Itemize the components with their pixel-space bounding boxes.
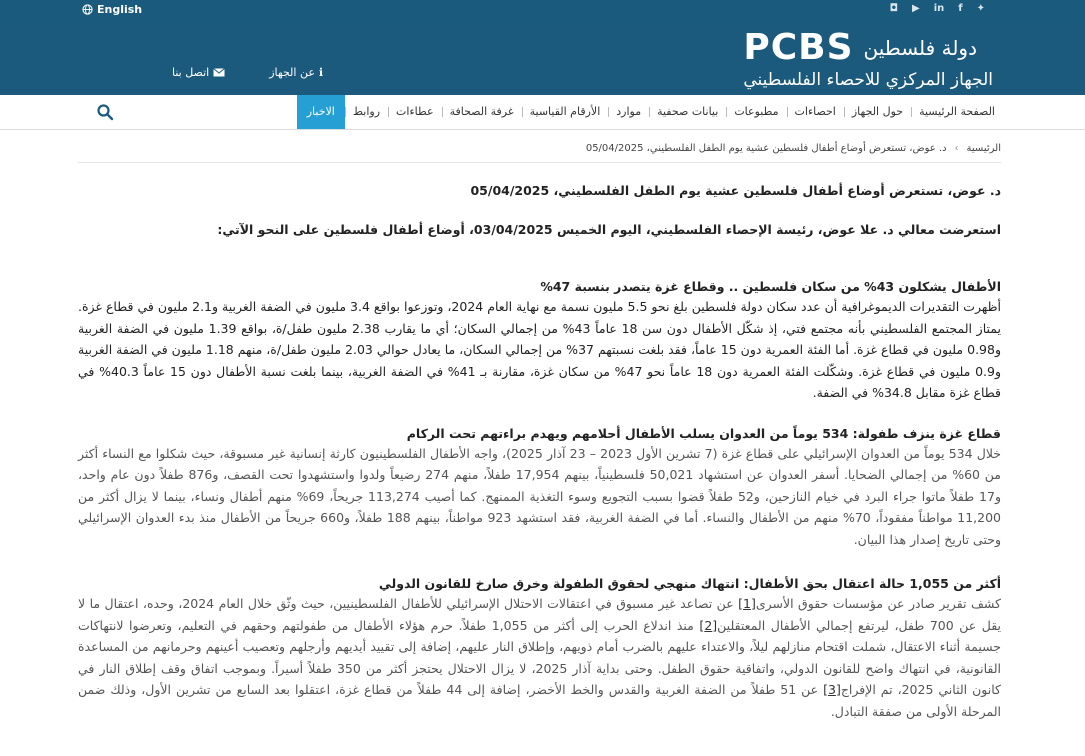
section-heading: أكثر من 1,055 حالة اعتقال بحق الأطفال: ا… xyxy=(378,576,1001,591)
nav-item-about[interactable]: حول الجهاز xyxy=(843,95,911,129)
linkedin-icon[interactable]: in xyxy=(934,3,945,14)
language-label: English xyxy=(97,3,143,16)
nav-item-news[interactable]: الاخبار xyxy=(296,95,345,129)
nav-item-press-room[interactable]: غرفة الصحافة xyxy=(441,95,522,129)
search-icon[interactable] xyxy=(96,103,114,121)
section-population: الأطفال يشكلون 43% من سكان فلسطين .. وقط… xyxy=(78,279,1001,404)
nav-item-publications[interactable]: مطبوعات xyxy=(726,95,786,129)
info-icon: ℹ xyxy=(318,66,324,79)
nav-item-home[interactable]: الصفحة الرئيسية xyxy=(911,95,1003,129)
envelope-icon xyxy=(213,68,226,77)
section-heading: قطاع غزة ينزف طفولة: 534 يوماً من العدوا… xyxy=(406,425,1001,441)
youtube-icon[interactable]: ▶ xyxy=(912,3,920,14)
section-gaza-war: قطاع غزة ينزف طفولة: 534 يوماً من العدوا… xyxy=(78,426,1001,551)
site-subtitle: الجهاز المركزي للاحصاء الفلسطيني xyxy=(743,70,993,90)
breadcrumb-current: د. عوض، تستعرض أوضاع أطفال فلسطين عشية ي… xyxy=(585,143,947,154)
article-container: الرئيسية › د. عوض، تستعرض أوضاع أطفال فل… xyxy=(0,143,1085,722)
article-lead: استعرضت معالي د. علا عوض، رئيسة الإحصاء … xyxy=(217,222,1001,237)
nav-item-links[interactable]: روابط xyxy=(344,95,388,129)
top-utility-bar: English ◘ ▶ in f ✦ xyxy=(0,0,1085,22)
nav-item-press-releases[interactable]: بيانات صحفية xyxy=(649,95,726,129)
nav-item-indices[interactable]: الأرقام القياسية xyxy=(521,95,609,129)
section-paragraph: خلال 534 يوماً من العدوان الإسرائيلي على… xyxy=(78,445,1002,547)
contact-label: اتصل بنا xyxy=(172,66,210,79)
section-heading: الأطفال يشكلون 43% من سكان فلسطين .. وقط… xyxy=(540,279,1001,294)
nav-item-resources[interactable]: موارد xyxy=(608,95,649,129)
globe-icon xyxy=(82,4,93,15)
instagram-icon[interactable]: ◘ xyxy=(890,3,898,14)
section-paragraph: كشف تقرير صادر عن مؤسسات حقوق الأسرى[1] … xyxy=(78,593,1001,722)
breadcrumb: الرئيسية › د. عوض، تستعرض أوضاع أطفال فل… xyxy=(78,143,1001,163)
site-header: دولة فلسطين PCBS الجهاز المركزي للاحصاء … xyxy=(0,22,1085,95)
article-title: د. عوض، تستعرض أوضاع أطفال فلسطين عشية ي… xyxy=(470,183,1001,198)
about-label: عن الجهاز xyxy=(269,66,315,79)
twitter-icon[interactable]: ✦ xyxy=(977,3,985,14)
logo-text: PCBS xyxy=(743,27,854,68)
social-links: ◘ ▶ in f ✦ xyxy=(890,3,985,14)
language-switch[interactable]: English xyxy=(82,3,142,16)
chevron-left-icon: › xyxy=(954,143,959,154)
footnote-link[interactable]: [3] xyxy=(823,682,841,697)
breadcrumb-home[interactable]: الرئيسية xyxy=(967,143,1001,154)
nav-item-statistics[interactable]: احصاءات xyxy=(786,95,844,129)
footnote-link[interactable]: [2] xyxy=(699,618,717,633)
header-links: اتصل بنا عن الجهاز ℹ xyxy=(172,66,323,79)
paragraph-text: كشف تقرير صادر عن مؤسسات حقوق الأسرى xyxy=(755,596,1001,611)
footnote-link[interactable]: [1] xyxy=(738,596,756,611)
about-link[interactable]: عن الجهاز ℹ xyxy=(269,66,323,79)
site-logo[interactable]: دولة فلسطين PCBS الجهاز المركزي للاحصاء … xyxy=(743,27,993,91)
country-name: دولة فلسطين xyxy=(863,36,977,60)
main-navbar: الصفحة الرئيسية حول الجهاز احصاءات مطبوع… xyxy=(0,95,1085,130)
facebook-icon[interactable]: f xyxy=(958,3,962,14)
section-detentions: أكثر من 1,055 حالة اعتقال بحق الأطفال: ا… xyxy=(78,576,1001,722)
nav-item-tenders[interactable]: عطاءات xyxy=(388,95,442,129)
contact-link[interactable]: اتصل بنا xyxy=(172,66,226,79)
section-paragraph: أظهرت التقديرات الديموغرافية أن عدد سكان… xyxy=(78,299,1002,400)
